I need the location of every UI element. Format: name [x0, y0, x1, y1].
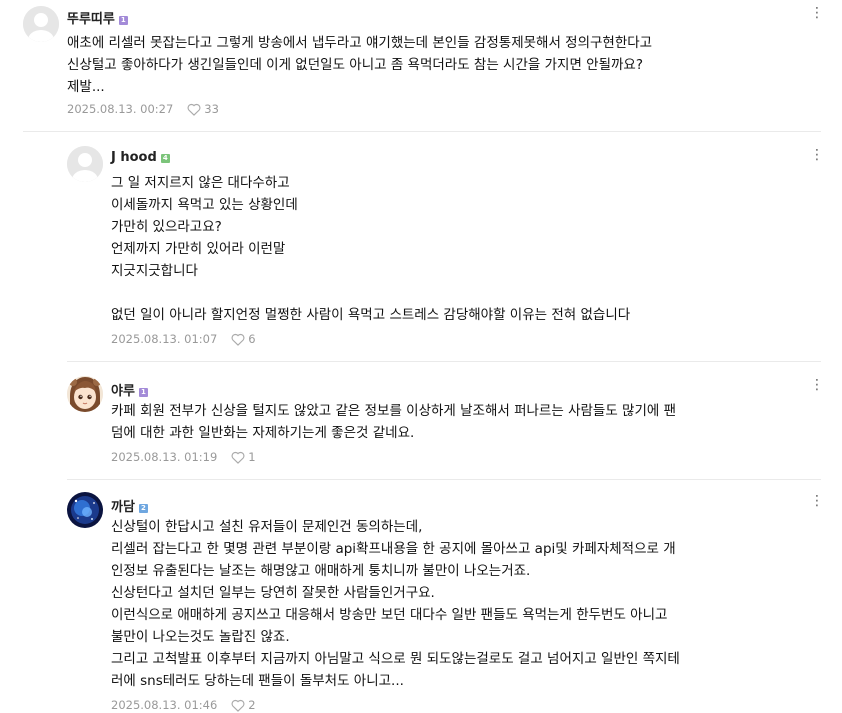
comment-text: 그 일 저지르지 않은 대다수하고 이세돌까지 욕먹고 있는 상황인데 가만히 있으…: [111, 175, 631, 323]
member-level-badge: 1: [118, 16, 128, 25]
heart-icon: [231, 333, 245, 346]
like-count: 2: [248, 698, 256, 712]
comment-text: 신상털이 한답시고 설친 유저들이 문제인건 동의하는데, 리셀러 잡는다고 한 …: [111, 519, 680, 689]
comment-text: 카페 회원 전부가 신상을 털지도 않았고 같은 정보를 이상하게 날조해서 퍼…: [111, 403, 677, 441]
divider: [23, 131, 821, 132]
reply-comment: J hood 4 ⋮ 그 일 저지르지 않은 대다수하고 이세돌까지 욕먹고 있는 …: [0, 140, 842, 362]
default-avatar-icon: [67, 146, 103, 182]
avatar[interactable]: [67, 146, 103, 182]
comment-date: 2025.08.13. 00:27: [67, 102, 174, 116]
like-button[interactable]: 1: [231, 450, 256, 464]
anime-character-avatar-icon: [67, 376, 103, 412]
member-level-badge: 4: [160, 154, 170, 163]
galaxy-avatar-icon: [67, 492, 103, 528]
avatar[interactable]: [67, 492, 103, 528]
more-vertical-icon[interactable]: ⋮: [810, 494, 824, 508]
heart-icon: [231, 699, 245, 712]
comment-date: 2025.08.13. 01:46: [111, 698, 218, 712]
more-vertical-icon[interactable]: ⋮: [810, 148, 824, 162]
more-vertical-icon[interactable]: ⋮: [810, 6, 824, 20]
member-level-badge: 2: [138, 504, 148, 513]
default-avatar-icon: [23, 6, 59, 42]
avatar[interactable]: [23, 6, 59, 42]
comment-date: 2025.08.13. 01:19: [111, 450, 218, 464]
more-vertical-icon[interactable]: ⋮: [810, 378, 824, 392]
divider: [67, 361, 821, 362]
comment-meta: 2025.08.13. 01:46 2: [111, 698, 256, 712]
reply-comment: 까담 2 ⋮ 신상털이 한답시고 설친 유저들이 문제인건 동의하는데, 리셀러 잡…: [0, 486, 842, 713]
avatar[interactable]: [67, 376, 103, 412]
comment-author[interactable]: 뚜루띠루 1: [67, 8, 128, 27]
comment-author[interactable]: J hood 4: [111, 150, 170, 165]
comment-meta: 2025.08.13. 01:07 6: [111, 332, 256, 346]
member-level-badge: 1: [138, 388, 148, 397]
comment-text: 애초에 리셀러 못잡는다고 그렇게 방송에서 냅두라고 얘기했는데 본인들 감정…: [67, 35, 653, 95]
comment-date: 2025.08.13. 01:07: [111, 332, 218, 346]
heart-icon: [187, 103, 201, 116]
like-button[interactable]: 2: [231, 698, 256, 712]
comment-meta: 2025.08.13. 00:27 33: [67, 102, 219, 116]
like-count: 33: [204, 102, 219, 116]
like-count: 1: [248, 450, 256, 464]
like-count: 6: [248, 332, 256, 346]
reply-comment: 야루 1 ⋮ 카페 회원 전부가 신상을 털지도 않았고 같은 정보를 이상하게 …: [0, 370, 842, 480]
comment-author[interactable]: 야루 1: [111, 380, 148, 399]
comment-author[interactable]: 까담 2: [111, 496, 148, 515]
like-button[interactable]: 33: [187, 102, 219, 116]
heart-icon: [231, 451, 245, 464]
comment: 뚜루띠루 1 ⋮ 애초에 리셀러 못잡는다고 그렇게 방송에서 냅두라고 얘기했는…: [0, 0, 842, 132]
divider: [67, 479, 821, 480]
comment-meta: 2025.08.13. 01:19 1: [111, 450, 256, 464]
like-button[interactable]: 6: [231, 332, 256, 346]
